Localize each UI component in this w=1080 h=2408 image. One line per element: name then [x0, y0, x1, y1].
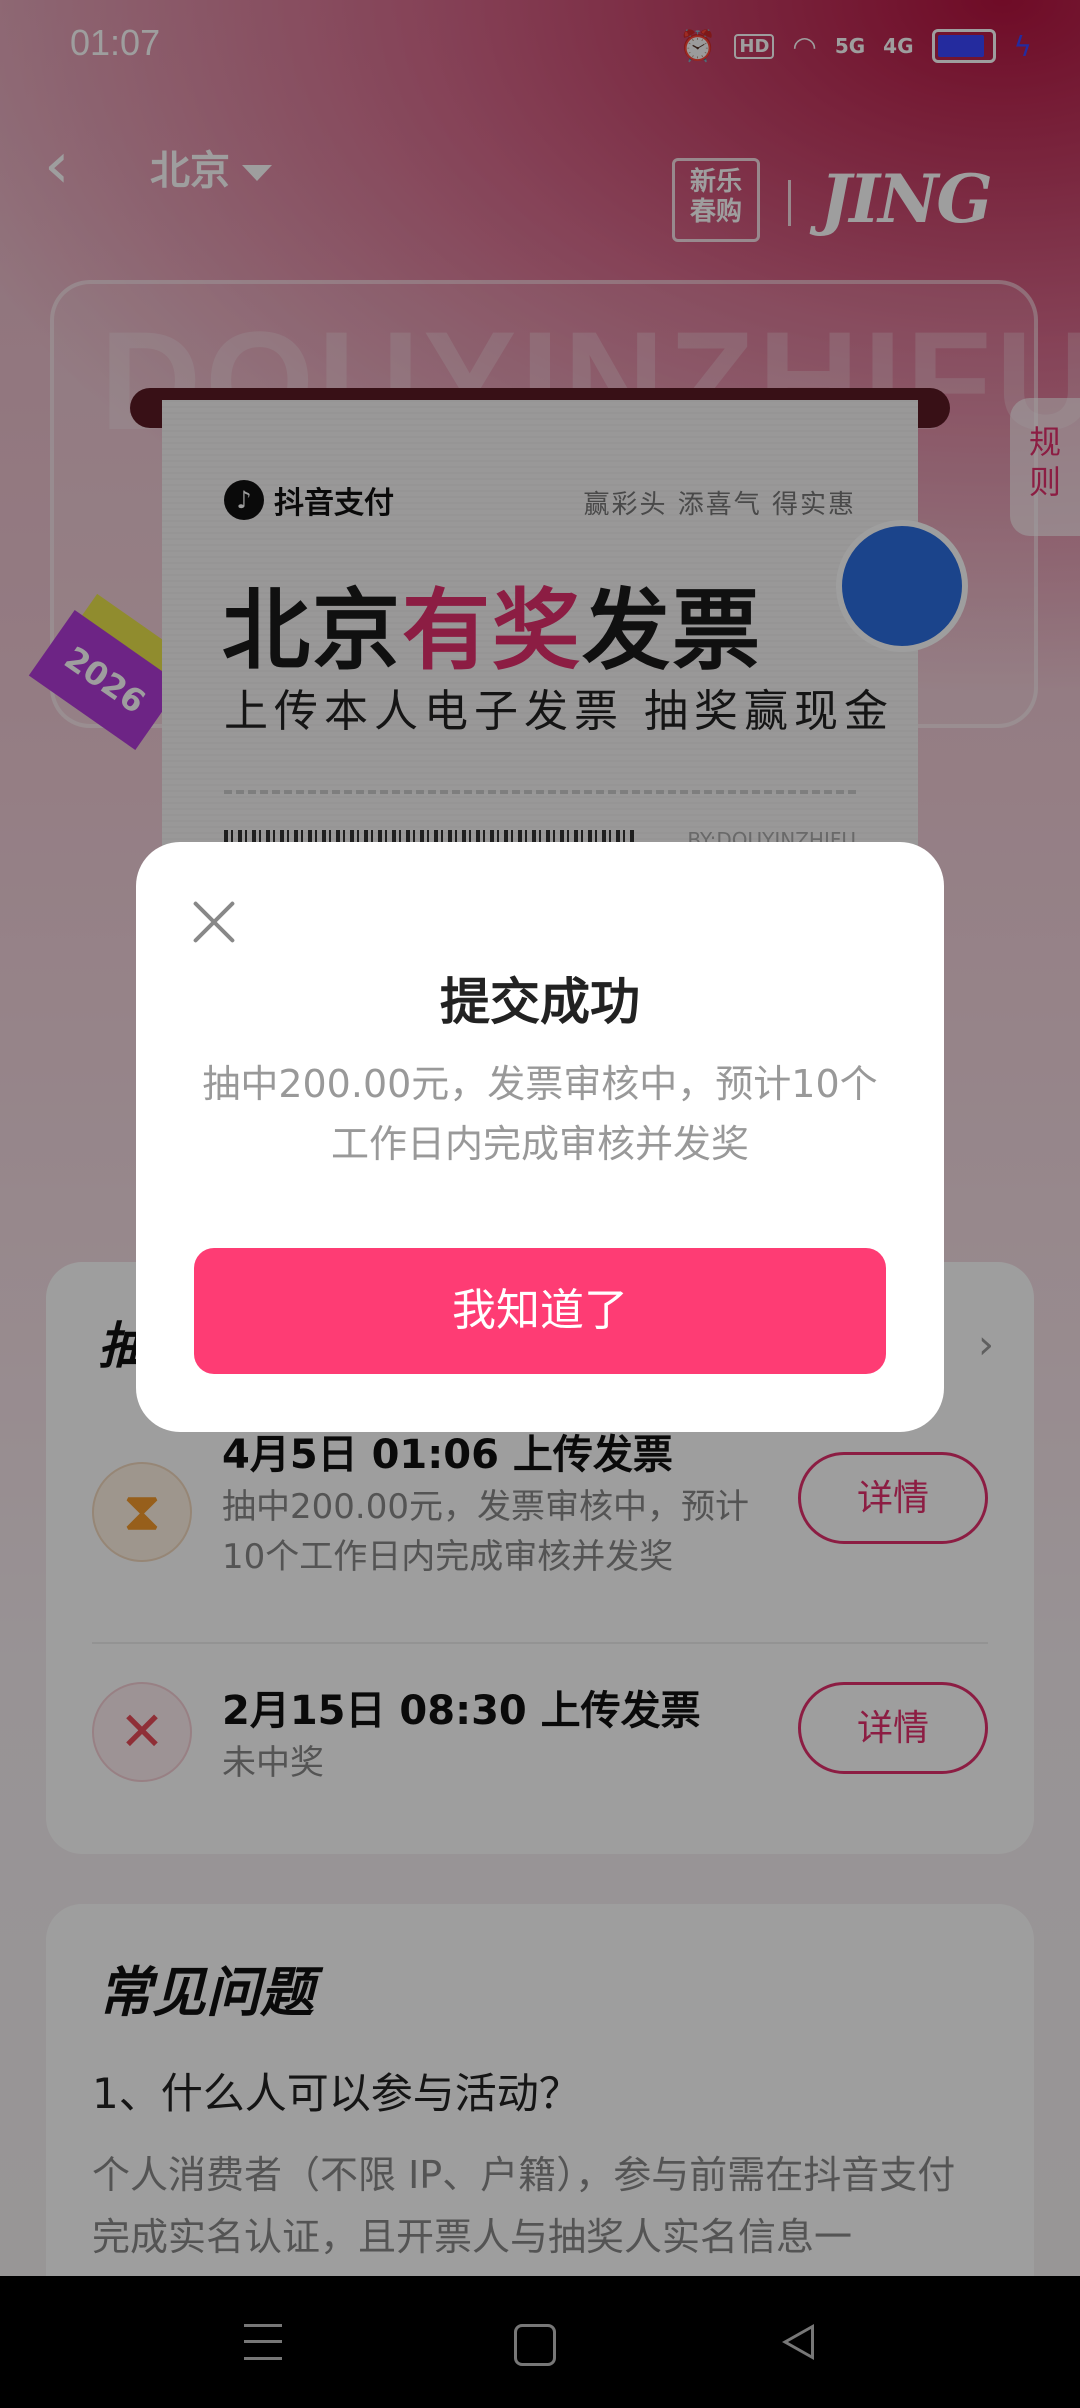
system-nav-bar	[0, 2276, 1080, 2408]
dialog-message: 抽中200.00元，发票审核中，预计10个工作日内完成审核并发奖	[202, 1062, 878, 1166]
close-icon[interactable]	[186, 894, 242, 950]
back-triangle-icon[interactable]	[782, 2324, 814, 2360]
dialog-title: 提交成功	[440, 973, 640, 1031]
submit-success-dialog: 提交成功 抽中200.00元，发票审核中，预计10个工作日内完成审核并发奖 我知…	[136, 842, 944, 1432]
home-icon[interactable]	[514, 2324, 556, 2366]
confirm-button[interactable]: 我知道了	[194, 1248, 886, 1374]
menu-icon[interactable]	[244, 2324, 282, 2360]
